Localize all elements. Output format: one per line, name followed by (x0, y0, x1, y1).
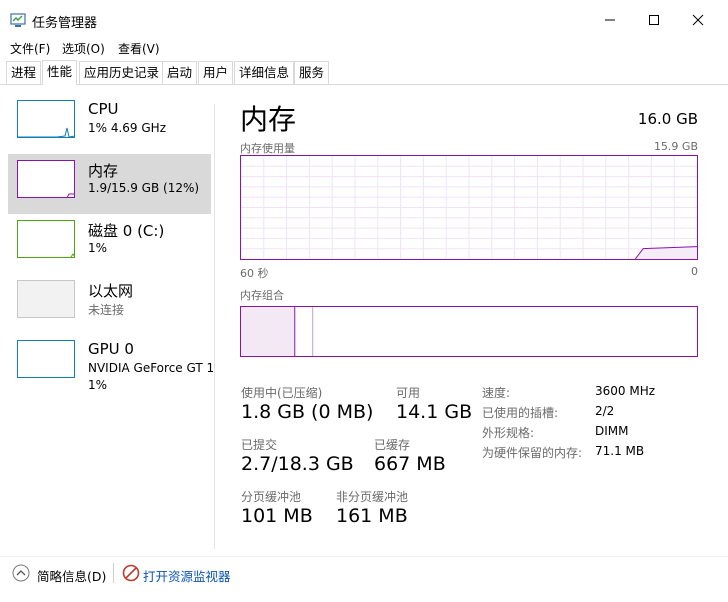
disk-thumbnail (17, 220, 75, 258)
panel-divider (214, 104, 215, 549)
footer-divider (0, 556, 728, 557)
minimize-button[interactable] (590, 6, 630, 34)
slots-value: 2/2 (595, 404, 615, 418)
reserved-value: 71.1 MB (595, 444, 645, 458)
menu-view[interactable]: 查看(V) (118, 40, 160, 57)
graph-grid (241, 156, 697, 259)
close-button[interactable] (678, 6, 718, 34)
sidebar-item-disk[interactable]: 磁盘 0 (C:) 1% (8, 214, 211, 274)
ethernet-thumbnail (17, 280, 75, 318)
cpu-thumbnail (17, 100, 75, 138)
sidebar-item-detail: 未连接 (88, 303, 125, 317)
composition-label: 内存组合 (240, 289, 284, 302)
slots-label: 已使用的插槽: (482, 406, 559, 420)
memory-thumbnail (17, 160, 75, 198)
tab-users[interactable]: 用户 (198, 61, 234, 84)
tab-performance[interactable]: 性能 (42, 60, 78, 85)
available-label: 可用 (396, 386, 421, 400)
usage-graph-label: 内存使用量 (240, 142, 295, 155)
sidebar-item-label: CPU (88, 100, 119, 118)
chevron-up-icon[interactable] (12, 564, 30, 582)
nonpaged-pool-value: 161 MB (336, 505, 408, 527)
open-resource-monitor-link[interactable]: 打开资源监视器 (143, 566, 231, 585)
in-use-value: 1.8 GB (0 MB) (241, 401, 374, 423)
menu-options[interactable]: 选项(O) (62, 40, 105, 57)
nonpaged-pool-label: 非分页缓冲池 (336, 490, 409, 504)
memory-composition-bar (240, 306, 698, 357)
sidebar-item-detail: 1% 4.69 GHz (88, 121, 167, 135)
sidebar-item-label: 磁盘 0 (C:) (88, 222, 165, 240)
window-title: 任务管理器 (32, 16, 98, 31)
reserved-label: 为硬件保留的内存: (482, 446, 583, 460)
task-manager-icon (10, 13, 26, 27)
sidebar-item-gpu[interactable]: GPU 0 NVIDIA GeForce GT 1 1% (8, 334, 213, 394)
tab-services[interactable]: 服务 (294, 61, 330, 84)
graph-time-right: 0 (691, 265, 698, 278)
form-factor-label: 外形规格: (482, 426, 535, 440)
paged-pool-label: 分页缓冲池 (241, 490, 302, 504)
memory-usage-graph (240, 155, 698, 260)
in-use-label: 使用中(已压缩) (241, 386, 323, 400)
fewer-details-button[interactable]: 简略信息(D) (37, 566, 106, 585)
page-title: 内存 (240, 103, 297, 136)
paged-pool-value: 101 MB (241, 505, 313, 527)
form-factor-value: DIMM (595, 424, 629, 438)
sidebar-item-cpu[interactable]: CPU 1% 4.69 GHz (8, 94, 211, 154)
cached-label: 已缓存 (374, 438, 411, 452)
cached-value: 667 MB (374, 453, 446, 475)
usage-graph-max: 15.9 GB (653, 140, 698, 153)
tab-app-history[interactable]: 应用历史记录 (79, 61, 165, 84)
tab-details[interactable]: 详细信息 (234, 61, 295, 84)
sidebar-item-detail: 1.9/15.9 GB (12%) (88, 181, 200, 195)
maximize-icon (649, 15, 659, 25)
sidebar-item-label: 以太网 (88, 282, 134, 300)
sidebar-item-label: 内存 (88, 162, 119, 180)
sidebar-item-label: GPU 0 (88, 340, 134, 358)
gpu-thumbnail (17, 340, 75, 378)
available-value: 14.1 GB (396, 401, 473, 423)
sidebar-item-ethernet[interactable]: 以太网 未连接 (8, 274, 211, 334)
speed-label: 速度: (482, 386, 511, 400)
committed-value: 2.7/18.3 GB (241, 453, 354, 475)
speed-value: 3600 MHz (595, 384, 656, 398)
sidebar-item-detail: NVIDIA GeForce GT 1 (88, 361, 213, 375)
total-memory: 16.0 GB (637, 110, 698, 128)
tab-processes[interactable]: 进程 (6, 61, 42, 84)
graph-time-left: 60 秒 (240, 267, 269, 280)
maximize-button[interactable] (634, 6, 674, 34)
sidebar-item-detail: 1% (88, 241, 108, 255)
resource-monitor-icon (122, 564, 140, 582)
close-icon (692, 14, 704, 26)
menu-file[interactable]: 文件(F) (10, 40, 50, 57)
sidebar-item-usage: 1% (88, 378, 108, 392)
footer-separator (113, 563, 114, 583)
committed-label: 已提交 (241, 438, 278, 452)
tab-startup[interactable]: 启动 (162, 61, 198, 84)
minimize-icon (605, 19, 615, 21)
sidebar-item-memory[interactable]: 内存 1.9/15.9 GB (12%) (8, 154, 211, 214)
